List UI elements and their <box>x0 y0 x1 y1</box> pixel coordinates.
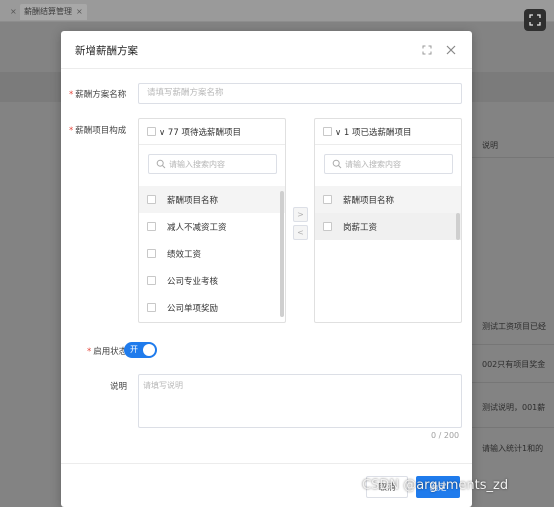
item-checkbox[interactable] <box>147 249 156 258</box>
background-row-text: 002只有项目奖金 <box>482 360 546 369</box>
list-item[interactable]: 公司专业考核 <box>139 267 285 294</box>
background-row-text: 请输入统计1和的 <box>482 444 544 453</box>
watermark: CSDN @arguments_zd <box>362 478 509 493</box>
toggle-knob <box>143 344 155 356</box>
scrollbar[interactable] <box>280 191 284 317</box>
item-checkbox[interactable] <box>147 303 156 312</box>
tab-label: 薪酬结算管理 <box>24 7 72 16</box>
select-all-checkbox[interactable] <box>147 127 156 136</box>
select-all-checkbox[interactable] <box>323 127 332 136</box>
selected-items-panel: ∨ 1 项已选薪酬项目 请输入搜索内容 薪酬项目名称 岗薪工资 <box>314 118 462 323</box>
selected-count[interactable]: ∨ 1 项已选薪酬项目 <box>335 126 412 138</box>
item-label: 薪酬项目名称 <box>167 196 219 206</box>
background-tab[interactable]: × <box>2 4 21 20</box>
search-icon <box>332 159 342 169</box>
divider <box>472 382 554 383</box>
expand-icon <box>529 14 541 26</box>
description-textarea[interactable]: 请填写说明 <box>138 374 462 428</box>
divider <box>472 427 554 428</box>
tab-close-icon[interactable]: × <box>10 7 17 16</box>
background-tab-bar: × 薪酬结算管理 × <box>0 0 554 22</box>
plan-name-input[interactable]: 请填写薪酬方案名称 <box>138 83 462 104</box>
item-label: 公司单项奖励 <box>167 304 219 314</box>
move-left-button[interactable]: < <box>293 225 308 240</box>
background-row-text: 测试说明，001薪 <box>482 403 546 412</box>
item-checkbox[interactable] <box>323 222 332 231</box>
background-tab-active[interactable]: 薪酬结算管理 × <box>20 4 87 20</box>
status-toggle[interactable]: 开 <box>124 342 157 358</box>
panel-header: ∨ 1 项已选薪酬项目 <box>315 119 461 145</box>
add-salary-plan-dialog: 新增薪酬方案 * 薪酬方案名称 请填写薪酬方案名称 * 薪酬项目构成 ∨ 77 项待… <box>61 31 472 507</box>
item-checkbox[interactable] <box>147 222 156 231</box>
background-column-header: 说明 <box>482 141 498 150</box>
status-label-text: 启用状态 <box>93 347 128 357</box>
item-label: 减人不减资工资 <box>167 223 227 233</box>
close-icon[interactable] <box>444 43 458 57</box>
search-placeholder: 请输入搜索内容 <box>169 160 225 169</box>
available-items-panel: ∨ 77 项待选薪酬项目 请输入搜索内容 薪酬项目名称 减人不减资工资 绩效工资… <box>138 118 286 323</box>
search-input[interactable]: 请输入搜索内容 <box>324 154 453 174</box>
item-label: 绩效工资 <box>167 250 202 260</box>
dialog-header: 新增薪酬方案 <box>61 31 472 69</box>
list-item[interactable]: 减人不减资工资 <box>139 213 285 240</box>
list-item[interactable]: 岗薪工资 <box>315 213 461 240</box>
description-placeholder: 请填写说明 <box>143 381 183 390</box>
background-row-text: 测试工资项目已经 <box>482 322 546 331</box>
item-checkbox[interactable] <box>147 276 156 285</box>
plan-name-label-text: 薪酬方案名称 <box>75 90 127 100</box>
fullscreen-button[interactable] <box>524 9 546 31</box>
required-icon: * <box>87 347 92 357</box>
search-input[interactable]: 请输入搜索内容 <box>148 154 277 174</box>
required-icon: * <box>69 90 74 100</box>
tab-close-icon[interactable]: × <box>76 7 83 16</box>
list-item[interactable]: 薪酬项目名称 <box>139 186 285 213</box>
divider <box>472 157 554 158</box>
move-right-button[interactable]: > <box>293 207 308 222</box>
divider <box>472 344 554 345</box>
available-count[interactable]: ∨ 77 项待选薪酬项目 <box>159 126 241 138</box>
item-checkbox[interactable] <box>323 195 332 204</box>
item-checkbox[interactable] <box>147 195 156 204</box>
list-item[interactable]: 公司单项奖励 <box>139 294 285 321</box>
list-item[interactable]: 绩效工资 <box>139 240 285 267</box>
maximize-icon[interactable] <box>420 43 434 57</box>
panel-header: ∨ 77 项待选薪酬项目 <box>139 119 285 145</box>
required-icon: * <box>69 126 74 136</box>
item-label: 岗薪工资 <box>343 223 378 233</box>
search-icon <box>156 159 166 169</box>
status-label: * 启用状态 <box>87 345 127 357</box>
item-label: 薪酬项目名称 <box>343 196 395 206</box>
toggle-on-text: 开 <box>130 345 138 354</box>
item-label: 公司专业考核 <box>167 277 219 287</box>
list-item[interactable]: 薪酬项目名称 <box>315 186 461 213</box>
search-placeholder: 请输入搜索内容 <box>345 160 401 169</box>
description-label: 说明 <box>110 382 128 392</box>
dialog-title: 新增薪酬方案 <box>75 45 138 57</box>
salary-items-label: * 薪酬项目构成 <box>69 124 126 136</box>
scrollbar[interactable] <box>456 213 460 240</box>
character-counter: 0 / 200 <box>431 431 460 440</box>
salary-items-label-text: 薪酬项目构成 <box>75 126 127 136</box>
plan-name-label: * 薪酬方案名称 <box>69 88 126 100</box>
plan-name-placeholder: 请填写薪酬方案名称 <box>147 88 224 98</box>
